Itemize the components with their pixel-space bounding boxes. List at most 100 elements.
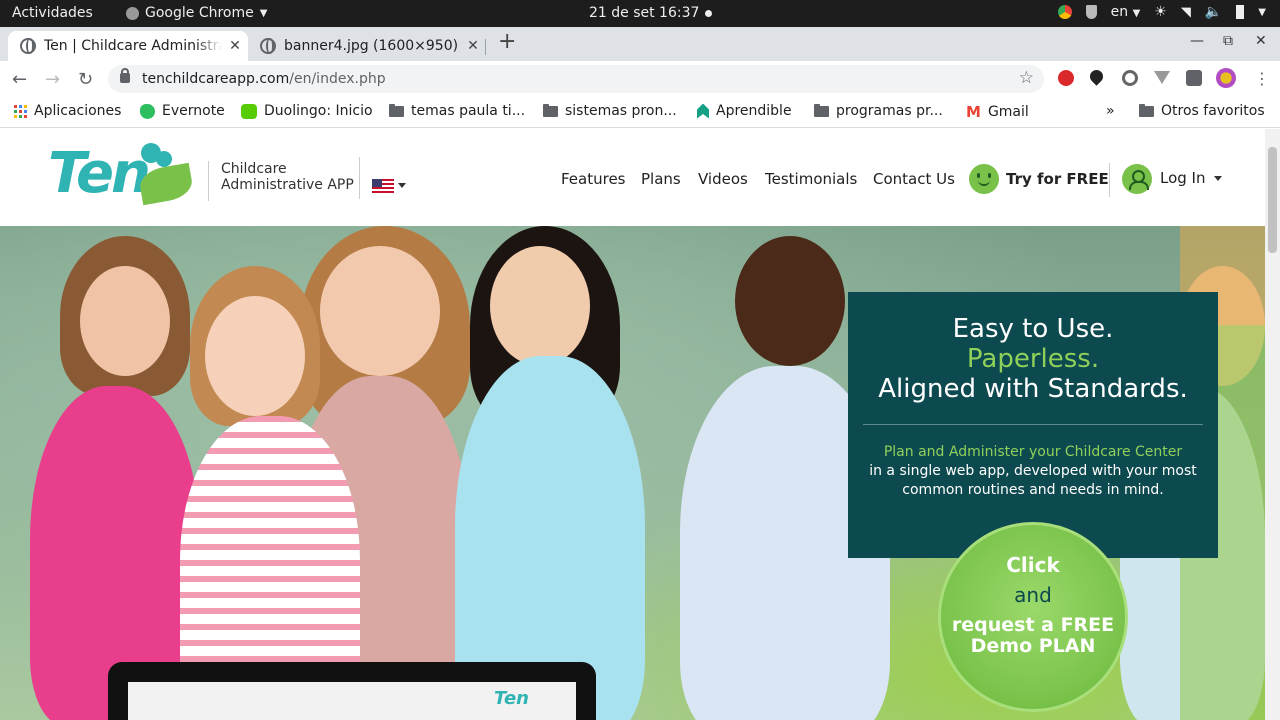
bookmark-label: sistemas pron...: [565, 103, 677, 119]
gmail-icon: M: [966, 103, 981, 121]
bookmark-gmail[interactable]: M Gmail: [966, 103, 1029, 121]
bookmark-folder-sistemas[interactable]: sistemas pron...: [543, 103, 677, 119]
reload-icon[interactable]: ↻: [78, 69, 93, 90]
bookmark-aprendible[interactable]: Aprendible: [697, 103, 792, 119]
nav-testimonials[interactable]: Testimonials: [765, 170, 857, 188]
bookmark-folder-programas[interactable]: programas pr...: [814, 103, 943, 119]
grammarly-extension-icon[interactable]: [1122, 70, 1138, 86]
more-bookmarks-button[interactable]: »: [1106, 103, 1115, 119]
cta-line-2: and: [1014, 583, 1052, 607]
tagline-line-2: Administrative APP: [221, 177, 354, 193]
duolingo-icon: [241, 103, 257, 119]
nav-plans[interactable]: Plans: [641, 170, 681, 188]
browser-toolbar: ← → ↻ tenchildcareapp.com/en/index.php ☆…: [0, 61, 1280, 97]
forward-icon[interactable]: →: [45, 69, 60, 90]
lock-icon[interactable]: [120, 68, 130, 83]
globe-icon: [20, 38, 36, 54]
nav-divider: [1109, 163, 1110, 197]
hero-subtitle: in a single web app, developed with your…: [869, 463, 1197, 498]
pin-extension-icon[interactable]: [1087, 67, 1106, 86]
laptop-mockup: Ten: [108, 662, 596, 720]
bookmark-label: temas paula ti...: [411, 103, 526, 119]
vue-extension-icon[interactable]: [1154, 71, 1170, 84]
logo-text: Ten: [48, 141, 151, 206]
app-menu-label: Google Chrome: [145, 5, 254, 21]
close-window-icon[interactable]: ✕: [1255, 33, 1267, 49]
tab-strip: Ten | Childcare Administrative APP ✕ ban…: [0, 27, 1280, 61]
chrome-app-icon: [126, 6, 139, 20]
headline-line-1: Easy to Use.: [952, 314, 1114, 344]
back-icon[interactable]: ←: [12, 69, 27, 90]
volume-icon: 🔈: [1204, 4, 1223, 20]
card-divider: [863, 424, 1203, 425]
us-flag-icon: [372, 178, 394, 193]
hero-info-card: Easy to Use. Paperless. Aligned with Sta…: [848, 292, 1218, 558]
scrollbar-thumb[interactable]: [1268, 147, 1277, 253]
tab-title: banner4.jpg (1600×950): [284, 38, 459, 54]
puzzle-extension-icon[interactable]: [1186, 70, 1202, 86]
cta-line-1: Click: [1006, 553, 1060, 577]
url-text[interactable]: tenchildcareapp.com/en/index.php: [142, 71, 386, 87]
bookmark-star-icon[interactable]: ☆: [1019, 68, 1034, 88]
clock[interactable]: 21 de set 16:37: [589, 5, 699, 21]
headline-line-2: Paperless.: [966, 344, 1100, 374]
nav-videos[interactable]: Videos: [698, 170, 748, 188]
minimize-icon[interactable]: —: [1190, 33, 1204, 49]
brightness-icon: ☀: [1154, 4, 1167, 20]
folder-icon: [1139, 103, 1154, 117]
chrome-tray-icon[interactable]: [1057, 5, 1072, 19]
folder-icon: [543, 103, 558, 117]
language-indicator[interactable]: en ▼: [1111, 4, 1141, 20]
battery-icon: [1236, 5, 1245, 19]
tagline-line-1: Childcare: [221, 161, 287, 177]
activities-button[interactable]: Actividades: [12, 5, 93, 21]
nav-features[interactable]: Features: [561, 170, 626, 188]
tab-banner4[interactable]: banner4.jpg (1600×950) ✕: [248, 31, 486, 61]
bookmark-label: Evernote: [162, 103, 225, 119]
cta-line-3: request a FREE Demo PLAN: [951, 614, 1115, 657]
menu-kebab-icon[interactable]: ⋮: [1254, 69, 1270, 88]
address-bar[interactable]: tenchildcareapp.com/en/index.php ☆: [108, 65, 1044, 93]
bookmark-folder-temas[interactable]: temas paula ti...: [389, 103, 525, 119]
bookmark-other-favorites[interactable]: Otros favoritos: [1139, 103, 1265, 119]
close-tab-icon[interactable]: ✕: [460, 38, 486, 54]
chevron-down-icon[interactable]: ▼: [1258, 7, 1266, 18]
bookmark-apps[interactable]: Aplicaciones: [14, 103, 121, 119]
folder-icon: [389, 103, 404, 117]
nav-contact-us[interactable]: Contact Us: [873, 170, 955, 188]
app-menu[interactable]: Google Chrome ▼: [126, 5, 267, 21]
system-tray[interactable]: en ▼ ☀ ◥ 🔈 ▼: [1057, 4, 1266, 20]
apps-grid-icon: [14, 104, 27, 118]
page-scrollbar[interactable]: [1265, 129, 1280, 720]
smiley-icon[interactable]: [969, 164, 999, 194]
profile-avatar[interactable]: [1216, 68, 1236, 88]
hero-subtitle-green: Plan and Administer your Childcare Cente…: [883, 444, 1183, 460]
bookmark-duolingo[interactable]: Duolingo: Inicio: [241, 103, 373, 119]
bookmark-label: Duolingo: Inicio: [264, 103, 373, 119]
request-demo-button[interactable]: Click and request a FREE Demo PLAN: [938, 522, 1128, 712]
bookmark-label: Aprendible: [716, 103, 792, 119]
login-label: Log In: [1160, 169, 1206, 187]
caterpillar-body-icon: [156, 151, 172, 167]
globe-icon: [260, 38, 276, 54]
tab-ten-childcare[interactable]: Ten | Childcare Administrative APP ✕: [8, 31, 248, 61]
bookmark-label: Otros favoritos: [1161, 103, 1265, 119]
chevron-down-icon: ▼: [259, 7, 268, 19]
language-label: en: [1110, 4, 1129, 20]
new-tab-button[interactable]: +: [498, 29, 516, 54]
wifi-icon: ◥: [1180, 4, 1191, 20]
try-for-free-link[interactable]: Try for FREE: [1006, 170, 1109, 188]
tab-title: Ten | Childcare Administrative APP: [44, 38, 222, 54]
language-selector[interactable]: [359, 157, 406, 199]
login-dropdown[interactable]: Log In: [1160, 169, 1222, 187]
bookmark-evernote[interactable]: Evernote: [140, 103, 225, 119]
adblock-extension-icon[interactable]: [1058, 70, 1074, 86]
shield-icon[interactable]: [1085, 5, 1097, 19]
bookmark-label: programas pr...: [836, 103, 943, 119]
close-tab-icon[interactable]: ✕: [222, 38, 248, 54]
user-icon[interactable]: [1122, 164, 1152, 194]
url-path: /en/index.php: [289, 71, 386, 87]
bookmark-label: Gmail: [987, 104, 1029, 120]
restore-icon[interactable]: ⧉: [1223, 33, 1233, 49]
site-header: Ten Childcare Administrative APP Feature…: [0, 129, 1265, 226]
